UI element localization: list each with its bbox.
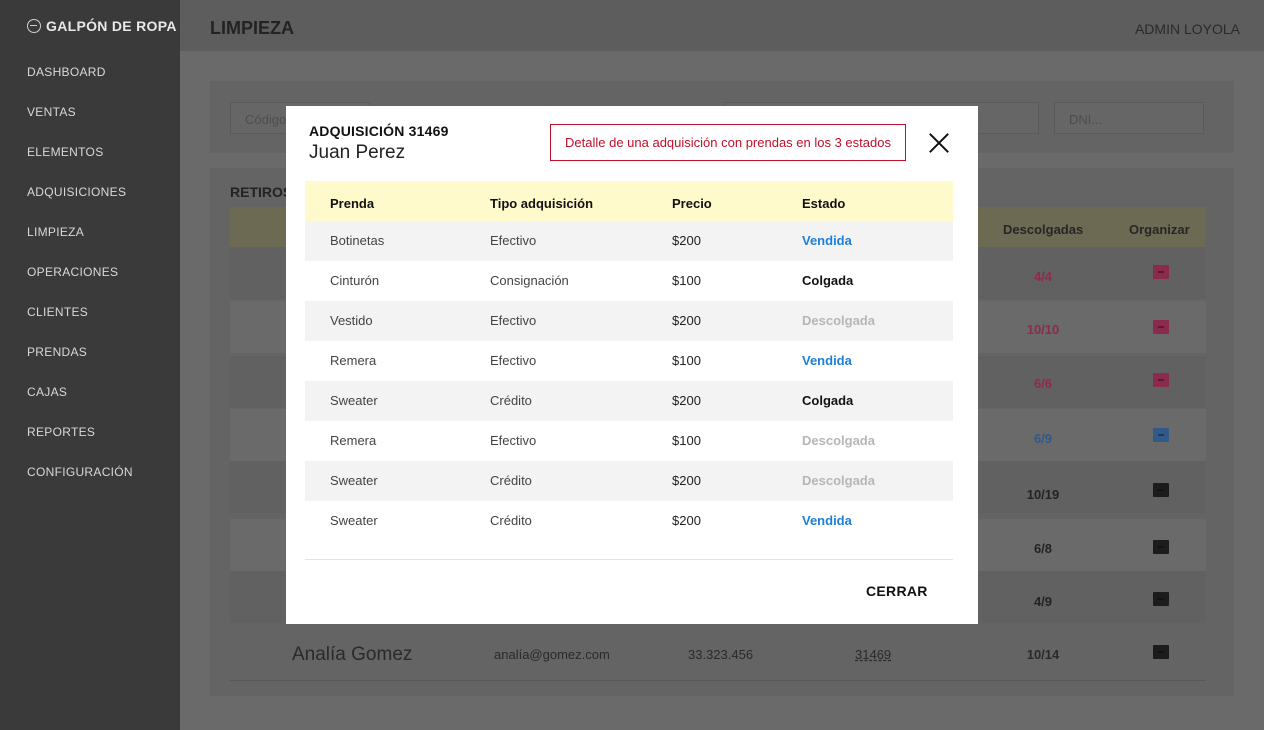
brand[interactable]: GALPÓN DE ROPA xyxy=(27,18,177,34)
cell-estado: Colgada xyxy=(802,273,854,288)
sidebar-item-cajas[interactable]: CAJAS xyxy=(27,382,133,422)
cell-tipo: Efectivo xyxy=(490,313,537,328)
count-badge: 6/9 xyxy=(1033,431,1053,446)
items-table-header: Prenda Tipo adquisición Precio Estado xyxy=(305,181,953,221)
archive-box-icon[interactable] xyxy=(1153,483,1169,497)
cell-precio: $200 xyxy=(672,393,701,408)
cell-estado: Colgada xyxy=(802,393,854,408)
count-badge: 6/6 xyxy=(1033,376,1053,391)
modal-subtitle: Juan Perez xyxy=(309,142,406,163)
sidebar-item-operaciones[interactable]: OPERACIONES xyxy=(27,262,133,302)
sidebar-item-prendas[interactable]: PRENDAS xyxy=(27,342,133,382)
cell-precio: $200 xyxy=(672,513,701,528)
column-descolgadas: Descolgadas xyxy=(1003,222,1084,237)
table-row: Remera Efectivo $100 Descolgada xyxy=(305,421,953,461)
user-menu[interactable]: ADMIN LOYOLA xyxy=(1135,21,1240,37)
cell-estado: Vendida xyxy=(802,513,852,528)
cell-precio: $100 xyxy=(672,353,701,368)
archive-box-icon[interactable] xyxy=(1153,373,1169,387)
table-row: Cinturón Consignación $100 Colgada xyxy=(305,261,953,301)
brand-logo-icon xyxy=(27,19,41,33)
cell-prenda: Vestido xyxy=(330,313,373,328)
cell-prenda: Sweater xyxy=(330,513,378,528)
cell-tipo: Crédito xyxy=(490,473,532,488)
cell-estado: Descolgada xyxy=(802,313,875,328)
archive-box-icon[interactable] xyxy=(1153,645,1169,659)
brand-name: GALPÓN DE ROPA xyxy=(46,18,177,34)
sidebar-item-clientes[interactable]: CLIENTES xyxy=(27,302,133,342)
cell-estado: Vendida xyxy=(802,233,852,248)
top-bar: LIMPIEZA ADMIN LOYOLA xyxy=(180,0,1264,51)
column-organizar: Organizar xyxy=(1129,222,1190,237)
modal-divider xyxy=(305,559,953,560)
sidebar-item-adquisiciones[interactable]: ADQUISICIONES xyxy=(27,182,133,222)
sidebar-nav: DASHBOARD VENTAS ELEMENTOS ADQUISICIONES… xyxy=(27,62,133,502)
cell-prenda: Sweater xyxy=(330,473,378,488)
count-badge: 6/8 xyxy=(1033,541,1053,556)
cell-precio: $100 xyxy=(672,273,701,288)
annotation-note: Detalle de una adquisición con prendas e… xyxy=(550,124,906,161)
cell-estado: Vendida xyxy=(802,353,852,368)
cell-precio: $100 xyxy=(672,433,701,448)
cell-precio: $200 xyxy=(672,473,701,488)
cell-precio: $200 xyxy=(672,233,701,248)
acquisition-modal: ADQUISICIÓN 31469 Juan Perez Detalle de … xyxy=(286,106,978,624)
sidebar-item-reportes[interactable]: REPORTES xyxy=(27,422,133,462)
sidebar-item-configuracion[interactable]: CONFIGURACIÓN xyxy=(27,462,133,502)
cell-prenda: Remera xyxy=(330,353,377,368)
archive-box-icon[interactable] xyxy=(1153,320,1169,334)
cell-estado: Descolgada xyxy=(802,433,875,448)
cell-tipo: Consignación xyxy=(490,273,569,288)
client-dni: 33.323.456 xyxy=(688,647,754,662)
dni-input[interactable]: DNI... xyxy=(1054,102,1204,134)
sidebar-item-dashboard[interactable]: DASHBOARD xyxy=(27,62,133,102)
cell-prenda: Remera xyxy=(330,433,377,448)
cell-tipo: Efectivo xyxy=(490,353,537,368)
cell-precio: $200 xyxy=(672,313,701,328)
close-button[interactable]: CERRAR xyxy=(866,583,928,599)
table-row: Sweater Crédito $200 Descolgada xyxy=(305,461,953,501)
count-badge: 10/19 xyxy=(1026,487,1060,502)
count-badge: 4/9 xyxy=(1033,594,1053,609)
table-row: Sweater Crédito $200 Vendida xyxy=(305,501,953,541)
count-badge: 4/4 xyxy=(1033,269,1053,284)
sidebar-item-limpieza[interactable]: LIMPIEZA xyxy=(27,222,133,262)
close-icon[interactable] xyxy=(926,130,952,156)
sidebar-item-elementos[interactable]: ELEMENTOS xyxy=(27,142,133,182)
retiros-title: RETIROS xyxy=(230,184,293,200)
cell-tipo: Crédito xyxy=(490,513,532,528)
cell-prenda: Botinetas xyxy=(330,233,385,248)
modal-title: ADQUISICIÓN 31469 xyxy=(309,123,449,139)
table-row: Botinetas Efectivo $200 Vendida xyxy=(305,221,953,261)
table-row[interactable]: Analía Gomez analía@gomez.com 33.323.456… xyxy=(230,629,1206,681)
count-badge: 10/10 xyxy=(1026,322,1060,337)
archive-box-icon[interactable] xyxy=(1153,540,1169,554)
archive-box-icon[interactable] xyxy=(1153,592,1169,606)
count-badge: 10/14 xyxy=(1026,647,1060,662)
sidebar: GALPÓN DE ROPA DASHBOARD VENTAS ELEMENTO… xyxy=(0,0,180,730)
cell-estado: Descolgada xyxy=(802,473,875,488)
archive-box-icon[interactable] xyxy=(1153,428,1169,442)
client-name: Analía Gomez xyxy=(292,644,413,665)
cell-tipo: Crédito xyxy=(490,393,532,408)
table-row: Vestido Efectivo $200 Descolgada xyxy=(305,301,953,341)
cell-tipo: Efectivo xyxy=(490,233,537,248)
client-email: analía@gomez.com xyxy=(494,647,610,662)
acquisition-link[interactable]: 31469 xyxy=(855,629,891,681)
cell-tipo: Efectivo xyxy=(490,433,537,448)
cell-prenda: Cinturón xyxy=(330,273,380,288)
table-row: Sweater Crédito $200 Colgada xyxy=(305,381,953,421)
sidebar-item-ventas[interactable]: VENTAS xyxy=(27,102,133,142)
table-row: Remera Efectivo $100 Vendida xyxy=(305,341,953,381)
page-title: LIMPIEZA xyxy=(210,18,294,38)
items-table: Prenda Tipo adquisición Precio Estado Bo… xyxy=(305,181,953,541)
cell-prenda: Sweater xyxy=(330,393,378,408)
archive-box-icon[interactable] xyxy=(1153,265,1169,279)
